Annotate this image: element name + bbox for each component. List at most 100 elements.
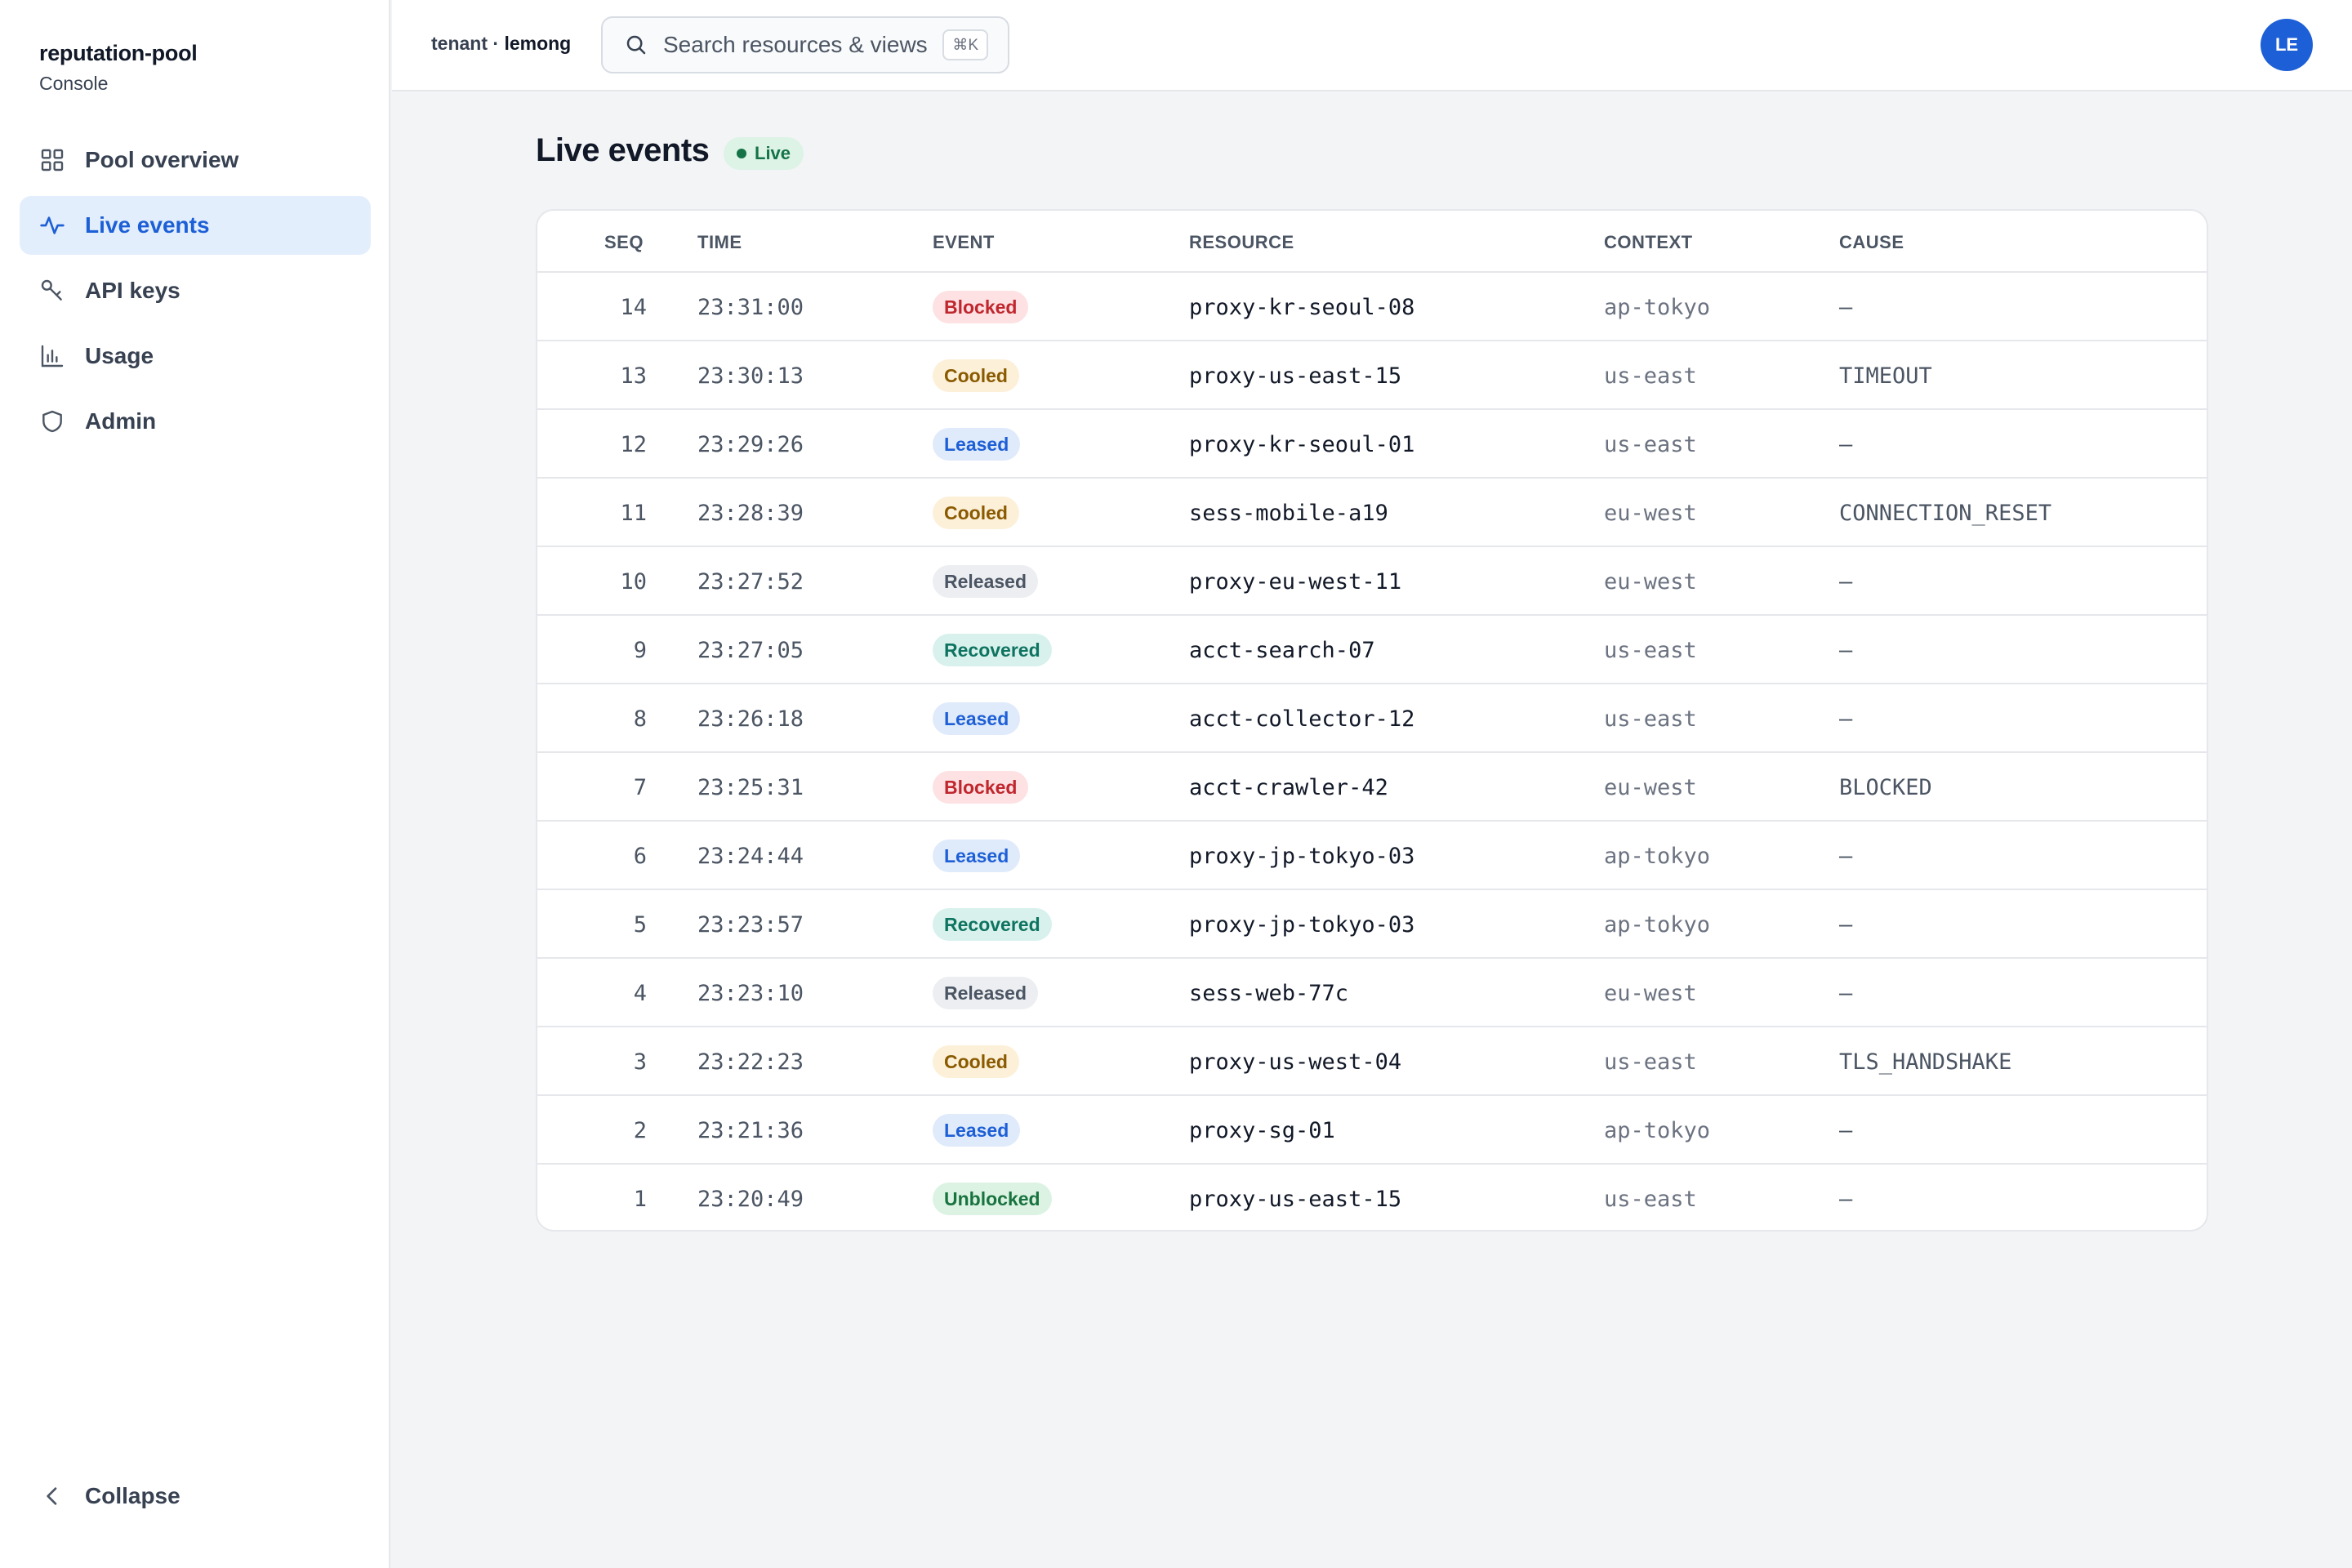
avatar[interactable]: LE [2261, 19, 2313, 71]
event-badge: Cooled [933, 497, 1019, 529]
event-cell: Released [933, 959, 1039, 1027]
event-cell: Unblocked [933, 1165, 1052, 1230]
column-header-cause[interactable]: CAUSE [1839, 232, 1904, 253]
resource-cell: proxy-kr-seoul-08 [1189, 294, 1415, 320]
table-row[interactable]: 13 23:30:13 Cooled proxy-us-east-15 us-east T… [537, 341, 2207, 410]
time-cell: 23:31:00 [697, 294, 804, 320]
event-badge: Leased [933, 702, 1021, 735]
event-badge: Recovered [933, 908, 1052, 941]
time-cell: 23:25:31 [697, 774, 804, 800]
event-badge: Blocked [933, 291, 1029, 323]
seq-cell: 3 [633, 1049, 647, 1075]
resource-cell: acct-collector-12 [1189, 706, 1415, 732]
resource-cell: proxy-kr-seoul-01 [1189, 431, 1415, 457]
seq-cell: 11 [620, 500, 647, 526]
table-row[interactable]: 12 23:29:26 Leased proxy-kr-seoul-01 us-east… [537, 410, 2207, 479]
table-row[interactable]: 5 23:23:57 Recovered proxy-jp-tokyo-03 ap-to… [537, 890, 2207, 959]
sidebar-item-label: Usage [85, 343, 154, 368]
event-cell: Leased [933, 410, 1021, 479]
sidebar-item-usage[interactable]: Usage [20, 327, 371, 385]
sidebar-item-pool-overview[interactable]: Pool overview [20, 131, 371, 189]
bar-chart-icon [39, 343, 65, 369]
time-cell: 23:29:26 [697, 431, 804, 457]
brand: reputation-pool Console [39, 41, 198, 95]
table-row[interactable]: 10 23:27:52 Released proxy-eu-west-11 eu-wes… [537, 547, 2207, 616]
time-cell: 23:23:57 [697, 911, 804, 938]
context-cell: us-east [1604, 706, 1697, 732]
chevron-left-icon [39, 1483, 65, 1509]
seq-cell: 8 [633, 706, 647, 732]
event-badge: Recovered [933, 634, 1052, 666]
live-label: Live [755, 143, 791, 163]
cause-cell: BLOCKED [1839, 774, 1932, 800]
key-icon [39, 278, 65, 304]
time-cell: 23:26:18 [697, 706, 804, 732]
resource-cell: sess-mobile-a19 [1189, 500, 1388, 526]
context-cell: us-east [1604, 1186, 1697, 1212]
collapse-button[interactable]: Collapse [39, 1483, 180, 1509]
cause-cell: TLS_HANDSHAKE [1839, 1049, 2012, 1075]
context-cell: ap-tokyo [1604, 843, 1711, 869]
time-cell: 23:27:05 [697, 637, 804, 663]
activity-icon [39, 212, 65, 238]
event-badge: Unblocked [933, 1183, 1052, 1215]
cause-cell: — [1839, 980, 1853, 1006]
table-row[interactable]: 9 23:27:05 Recovered acct-search-07 us-east — [537, 616, 2207, 684]
table-row[interactable]: 8 23:26:18 Leased acct-collector-12 us-east — [537, 684, 2207, 753]
table-row[interactable]: 7 23:25:31 Blocked acct-crawler-42 eu-west BL… [537, 753, 2207, 822]
event-cell: Recovered [933, 616, 1052, 684]
seq-cell: 13 [620, 363, 647, 389]
column-header-resource[interactable]: RESOURCE [1189, 232, 1294, 253]
tenant-label: tenant · lemong [431, 33, 571, 55]
tenant-name: lemong [504, 33, 572, 54]
table-row[interactable]: 2 23:21:36 Leased proxy-sg-01 ap-tokyo — [537, 1096, 2207, 1165]
resource-cell: proxy-sg-01 [1189, 1117, 1335, 1143]
table-row[interactable]: 3 23:22:23 Cooled proxy-us-west-04 us-east TL… [537, 1027, 2207, 1096]
cause-cell: — [1839, 706, 1853, 732]
seq-cell: 12 [620, 431, 647, 457]
time-cell: 23:24:44 [697, 843, 804, 869]
sidebar-item-label: Pool overview [85, 147, 239, 172]
resource-cell: proxy-us-west-04 [1189, 1049, 1402, 1075]
column-header-context[interactable]: CONTEXT [1604, 232, 1693, 253]
seq-cell: 10 [620, 568, 647, 595]
column-header-event[interactable]: EVENT [933, 232, 995, 253]
table-row[interactable]: 14 23:31:00 Blocked proxy-kr-seoul-08 ap-tok… [537, 273, 2207, 341]
cause-cell: — [1839, 637, 1853, 663]
table-row[interactable]: 11 23:28:39 Cooled sess-mobile-a19 eu-west CO… [537, 479, 2207, 547]
cause-cell: CONNECTION_RESET [1839, 500, 2052, 526]
table-row[interactable]: 4 23:23:10 Released sess-web-77c eu-west — [537, 959, 2207, 1027]
sidebar: reputation-pool Console Pool overview Li… [0, 0, 390, 1568]
sidebar-item-live-events[interactable]: Live events [20, 196, 371, 255]
context-cell: us-east [1604, 637, 1697, 663]
resource-cell: proxy-eu-west-11 [1189, 568, 1402, 595]
sidebar-item-admin[interactable]: Admin [20, 392, 371, 451]
context-cell: us-east [1604, 431, 1697, 457]
search-placeholder: Search resources & views [663, 32, 928, 57]
cause-cell: — [1839, 431, 1853, 457]
seq-cell: 1 [633, 1186, 647, 1212]
event-cell: Leased [933, 822, 1021, 890]
table-row[interactable]: 1 23:20:49 Unblocked proxy-us-east-15 us-eas… [537, 1165, 2207, 1230]
sidebar-nav: Pool overview Live events API keys Usage… [20, 131, 371, 457]
brand-subtitle: Console [39, 73, 109, 94]
context-cell: ap-tokyo [1604, 911, 1711, 938]
context-cell: ap-tokyo [1604, 1117, 1711, 1143]
table-row[interactable]: 6 23:24:44 Leased proxy-jp-tokyo-03 ap-tokyo… [537, 822, 2207, 890]
cause-cell: TIMEOUT [1839, 363, 1932, 389]
grid-icon [39, 147, 65, 173]
column-header-seq[interactable]: SEQ [604, 232, 644, 253]
sidebar-item-api-keys[interactable]: API keys [20, 261, 371, 320]
sidebar-item-label: Admin [85, 408, 157, 434]
shield-icon [39, 408, 65, 434]
context-cell: us-east [1604, 363, 1697, 389]
cause-cell: — [1839, 911, 1853, 938]
time-cell: 23:28:39 [697, 500, 804, 526]
cause-cell: — [1839, 568, 1853, 595]
time-cell: 23:22:23 [697, 1049, 804, 1075]
seq-cell: 2 [633, 1117, 647, 1143]
search-input[interactable]: Search resources & views ⌘K [601, 16, 1009, 74]
seq-cell: 5 [633, 911, 647, 938]
column-header-time[interactable]: TIME [697, 232, 742, 253]
collapse-label: Collapse [85, 1483, 180, 1508]
